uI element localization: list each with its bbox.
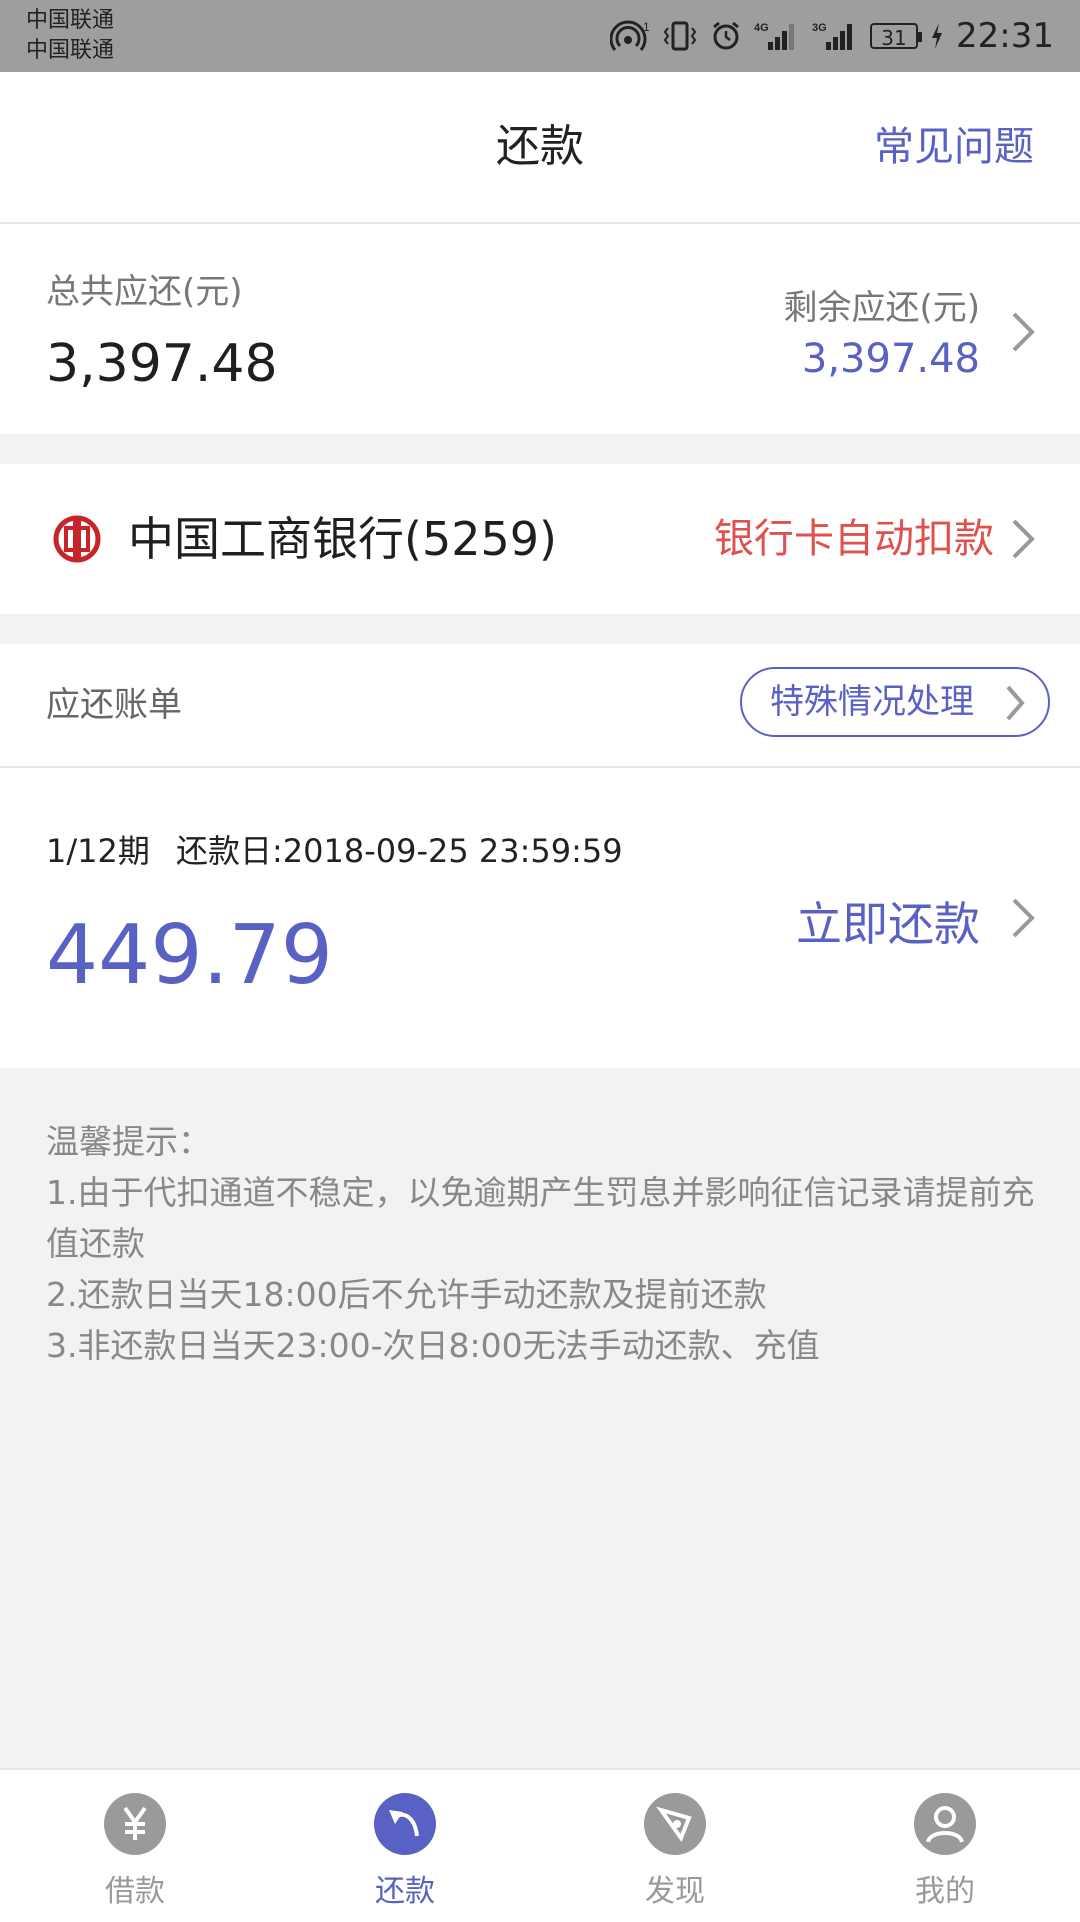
tab-borrow[interactable]: 借款 [0,1770,270,1922]
faq-link[interactable]: 常见问题 [874,72,1034,222]
tip-line-3: 3.非还款日当天23:00-次日8:00无法手动还款、充值 [46,1326,820,1365]
bills-header-label: 应还账单 [46,685,182,725]
tab-label: 还款 [375,1874,435,1909]
signal-3g-icon: 3G [812,20,858,52]
charging-icon [930,22,944,50]
bank-name: 中国工商银行(5259) [128,512,557,566]
compass-icon [644,1793,706,1855]
installment-period: 1/12期 [46,832,150,870]
signal-4g-icon: 4G [754,20,800,52]
chevron-right-icon[interactable] [1010,896,1036,940]
user-icon [914,1793,976,1855]
chevron-right-icon[interactable] [1010,310,1036,354]
auto-debit-label: 银行卡自动扣款 [714,516,994,562]
tab-repay[interactable]: 还款 [270,1770,540,1922]
bottom-tab-bar: 借款 还款 发现 我的 [0,1768,1080,1922]
tip-line-1: 1.由于代扣通道不稳定，以免逾期产生罚息并影响征信记录请提前充值还款 [46,1173,1035,1263]
chevron-right-icon [1006,685,1025,721]
remaining-due-label[interactable]: 剩余应还(元) [783,280,980,329]
tab-mine[interactable]: 我的 [810,1770,1080,1922]
icbc-logo-icon [53,515,101,563]
due-date: 还款日:2018-09-25 23:59:59 [176,832,623,870]
bills-header: 应还账单 特殊情况处理 [0,644,1080,768]
bank-card-row[interactable]: 中国工商银行(5259) 银行卡自动扣款 [0,464,1080,614]
carrier-1: 中国联通 [26,8,115,33]
svg-text:1: 1 [643,20,650,34]
bill-item: 1/12期 还款日:2018-09-25 23:59:59 449.79 立即还… [0,768,1080,1068]
installment-amount: 449.79 [46,908,333,1003]
special-case-label: 特殊情况处理 [770,682,974,722]
tab-label: 借款 [105,1874,165,1909]
tab-label: 我的 [915,1874,975,1909]
status-bar: 中国联通 中国联通 1 4G 3G 31 22:31 [0,0,1080,72]
hotspot-icon: 1 [610,20,650,52]
tab-label: 发现 [645,1874,705,1909]
alarm-icon [710,20,742,52]
clock: 22:31 [956,16,1054,56]
tips-section: 温馨提示： 1.由于代扣通道不稳定，以免逾期产生罚息并影响征信记录请提前充值还款… [46,1116,1036,1371]
total-due-label: 总共应还(元) [46,272,243,312]
battery-icon: 31 [870,23,923,50]
tips-title: 温馨提示： [46,1122,211,1161]
tab-discover[interactable]: 发现 [540,1770,810,1922]
special-case-button[interactable]: 特殊情况处理 [740,667,1050,737]
remaining-due-value[interactable]: 3,397.48 [802,336,980,382]
repayment-summary: 总共应还(元) 3,397.48 剩余应还(元) 3,397.48 [0,224,1080,434]
yen-icon [104,1793,166,1855]
svg-text:3G: 3G [812,22,827,34]
navigation-bar: 还款 常见问题 [0,72,1080,224]
total-due-value: 3,397.48 [46,334,278,394]
tip-line-2: 2.还款日当天18:00后不允许手动还款及提前还款 [46,1275,767,1314]
status-icons: 1 4G 3G 31 22:31 [610,14,1054,58]
chevron-right-icon [1012,519,1035,559]
repay-arrow-icon [374,1793,436,1855]
svg-text:4G: 4G [754,22,769,34]
carrier-labels: 中国联通 中国联通 [26,6,114,66]
pay-now-button[interactable]: 立即还款 [796,888,980,954]
vibrate-icon [662,20,698,52]
carrier-2: 中国联通 [26,38,115,63]
